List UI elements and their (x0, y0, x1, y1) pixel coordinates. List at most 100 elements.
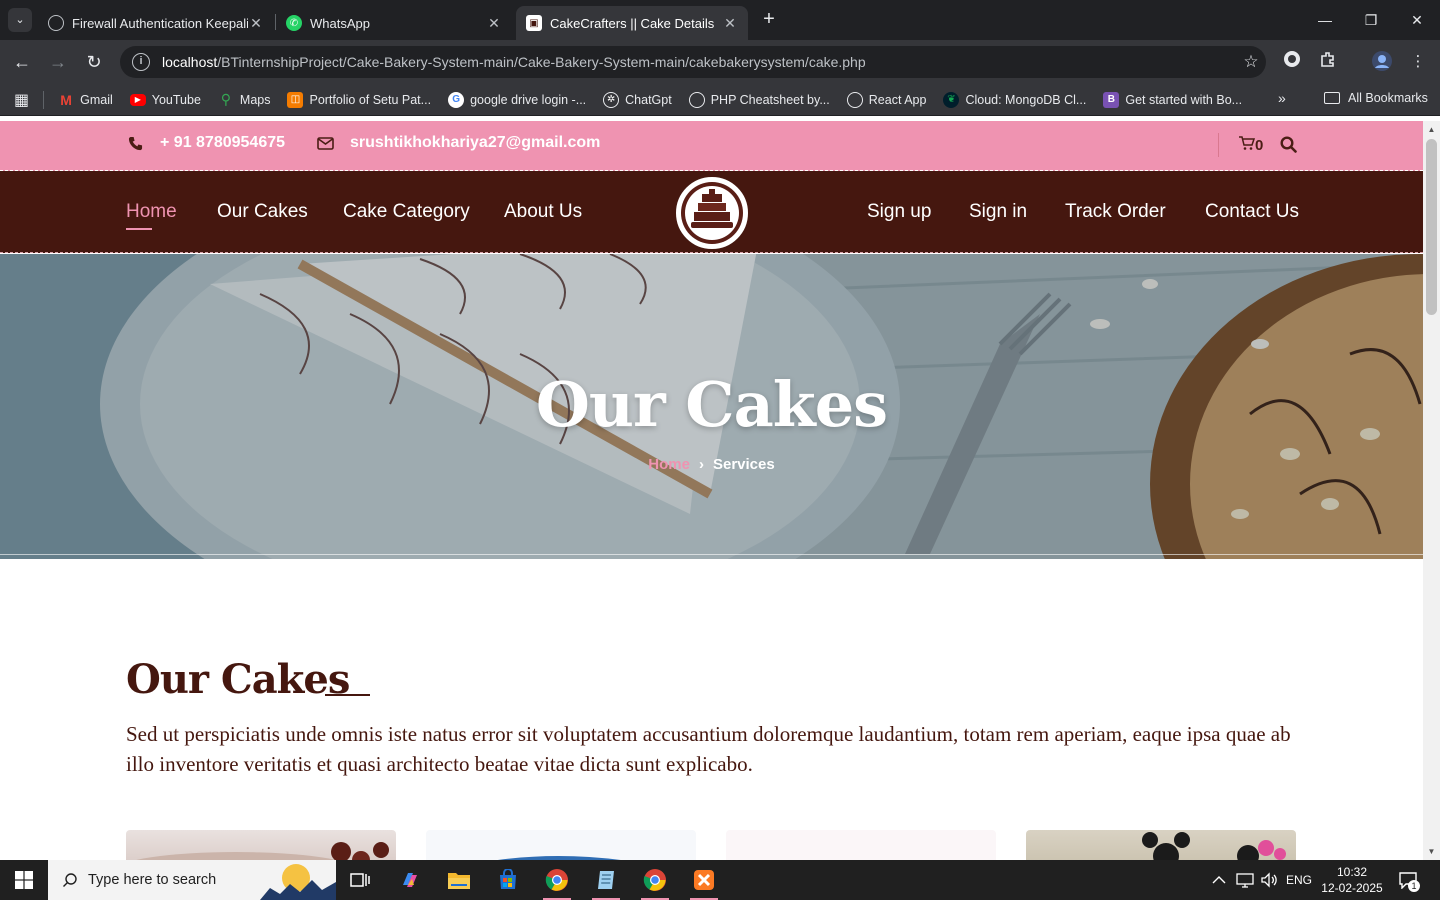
folder-icon (1324, 92, 1340, 104)
file-explorer-button[interactable] (435, 860, 483, 900)
chrome-taskbar-button[interactable] (533, 860, 581, 900)
xampp-taskbar-button[interactable] (680, 860, 728, 900)
restore-button[interactable]: ❐ (1348, 0, 1394, 40)
nav-about-us[interactable]: About Us (504, 201, 582, 223)
task-view-icon (350, 873, 370, 887)
taskbar-clock[interactable]: 10:32 12-02-2025 (1320, 864, 1384, 896)
clock-date: 12-02-2025 (1321, 881, 1383, 895)
close-window-button[interactable]: ✕ (1394, 0, 1440, 40)
cake-card-2-image[interactable] (426, 830, 696, 860)
reload-button[interactable]: ↻ (82, 50, 106, 74)
cakecrafters-logo[interactable] (676, 177, 748, 249)
nav-contact-us[interactable]: Contact Us (1205, 201, 1299, 223)
nav-sign-in[interactable]: Sign in (969, 201, 1027, 223)
email-address: srushtikhokhariya27@gmail.com (350, 134, 601, 151)
new-tab-button[interactable]: + (758, 8, 780, 30)
browser-menu-icon[interactable]: ⋮ (1406, 50, 1430, 74)
close-tab-icon[interactable]: ✕ (486, 15, 502, 32)
folder-icon (448, 873, 470, 889)
network-tray[interactable] (1236, 860, 1254, 900)
cart-button[interactable]: 0 (1238, 135, 1263, 155)
bookmark-youtube[interactable]: ▶ YouTube (129, 93, 201, 107)
tab-search-button[interactable]: ⌄ (8, 8, 32, 32)
close-tab-icon[interactable]: ✕ (722, 15, 738, 32)
url-text[interactable]: localhost/BTinternshipProject/Cake-Baker… (162, 54, 1236, 70)
section-description: Sed ut perspiciatis unde omnis iste natu… (126, 722, 1291, 776)
nav-cake-category[interactable]: Cake Category (343, 201, 470, 223)
bookmarks-bar: ▦ M Gmail ▶ YouTube ⚲ Maps ◫ Portfolio of Se… (0, 84, 1440, 116)
windows-logo-icon (15, 871, 33, 889)
windows-taskbar: Type here to search ENG 10:32 12-02-2025… (0, 860, 1440, 900)
copilot-button[interactable] (386, 860, 434, 900)
tab-cakecrafters[interactable]: ▣ CakeCrafters || Cake Details ✕ (516, 6, 748, 40)
bookmark-php-cheatsheet[interactable]: PHP Cheatsheet by... (688, 91, 830, 108)
browser-tab-bar: ⌄ Firewall Authentication Keepalive ✕ ✆ … (0, 0, 1440, 40)
chatgpt-icon: ✲ (603, 91, 620, 108)
taskbar-search-box[interactable]: Type here to search (48, 860, 336, 900)
bookmark-portfolio[interactable]: ◫ Portfolio of Setu Pat... (287, 91, 431, 108)
globe-icon (846, 91, 863, 108)
nav-sign-up[interactable]: Sign up (867, 201, 931, 223)
notepad-taskbar-button[interactable] (582, 860, 630, 900)
hero-divider (0, 554, 1423, 555)
show-hidden-icons[interactable] (1212, 860, 1226, 900)
bookmark-separator (43, 90, 45, 109)
notification-center-button[interactable]: 1 (1398, 860, 1420, 900)
close-tab-icon[interactable]: ✕ (248, 15, 264, 32)
mongodb-icon: ❦ (943, 91, 960, 108)
apps-grid-icon[interactable]: ▦ (14, 90, 29, 110)
contact-top-bar: + 91 8780954675 srushtikhokhariya27@gmai… (0, 121, 1423, 171)
microsoft-store-button[interactable] (484, 860, 532, 900)
hero-banner: Our Cakes Home › Services (0, 254, 1423, 559)
tab-title: CakeCrafters || Cake Details (550, 15, 715, 31)
site-info-icon[interactable]: i (132, 53, 150, 71)
back-button[interactable]: ← (10, 50, 34, 74)
incognito-icon[interactable] (1280, 50, 1304, 74)
windows-start-button[interactable] (0, 860, 48, 900)
cake-card-1-image[interactable] (126, 830, 396, 860)
bookmark-google-drive[interactable]: Ggoogle drive login -... (448, 91, 586, 108)
bookmark-bootstrap[interactable]: B Get started with Bo... (1103, 91, 1242, 108)
language-indicator[interactable]: ENG (1286, 860, 1312, 900)
nav-our-cakes[interactable]: Our Cakes (217, 201, 308, 223)
nav-home[interactable]: Home (126, 201, 177, 230)
bookmark-chatgpt[interactable]: ✲ ChatGpt (603, 91, 672, 108)
forward-button[interactable]: → (46, 50, 70, 74)
nav-track-order[interactable]: Track Order (1065, 201, 1166, 223)
phone-contact[interactable]: + 91 8780954675 (126, 134, 285, 152)
minimize-button[interactable]: — (1302, 0, 1348, 40)
more-bookmarks-icon[interactable]: » (1278, 90, 1286, 106)
bookmark-gmail[interactable]: M Gmail (58, 92, 113, 108)
cake-card-3-image[interactable] (726, 830, 996, 860)
youtube-icon: ▶ (129, 93, 146, 106)
scrollbar-thumb[interactable] (1426, 139, 1437, 315)
notification-count: 1 (1408, 880, 1420, 892)
scroll-up-arrow-icon[interactable]: ▲ (1427, 125, 1436, 134)
search-icon[interactable] (1280, 136, 1298, 154)
maps-icon: ⚲ (220, 91, 232, 107)
chevron-up-icon (1212, 876, 1226, 884)
bookmark-react-app[interactable]: React App (846, 91, 926, 108)
cakecrafters-favicon-icon: ▣ (526, 15, 542, 31)
section-title: Our Cakes (126, 656, 350, 703)
email-contact[interactable]: srushtikhokhariya27@gmail.com (316, 134, 600, 152)
task-view-button[interactable] (336, 860, 384, 900)
bookmark-maps[interactable]: ⚲ Maps (218, 91, 271, 108)
chrome-profile-taskbar-button[interactable] (631, 860, 679, 900)
page-scrollbar[interactable]: ▲ ▼ (1423, 121, 1440, 860)
cake-card-4-image[interactable] (1026, 830, 1296, 860)
extensions-icon[interactable] (1316, 50, 1340, 74)
bookmark-mongodb[interactable]: ❦ Cloud: MongoDB Cl... (943, 91, 1086, 108)
volume-tray[interactable] (1260, 860, 1278, 900)
all-bookmarks-button[interactable]: All Bookmarks (1324, 91, 1428, 105)
search-highlight-icon (260, 864, 336, 900)
scroll-down-arrow-icon[interactable]: ▼ (1427, 847, 1436, 856)
page-viewport: + 91 8780954675 srushtikhokhariya27@gmai… (0, 121, 1423, 860)
bookmark-star-icon[interactable]: ☆ (1236, 52, 1266, 72)
address-bar[interactable]: i localhost/BTinternshipProject/Cake-Bak… (120, 46, 1266, 78)
tab-firewall[interactable]: Firewall Authentication Keepalive ✕ (38, 6, 274, 40)
profile-avatar[interactable] (1370, 50, 1394, 74)
tab-whatsapp[interactable]: ✆ WhatsApp ✕ (276, 6, 512, 40)
breadcrumb-home[interactable]: Home (648, 456, 690, 473)
gmail-icon: M (60, 91, 72, 108)
